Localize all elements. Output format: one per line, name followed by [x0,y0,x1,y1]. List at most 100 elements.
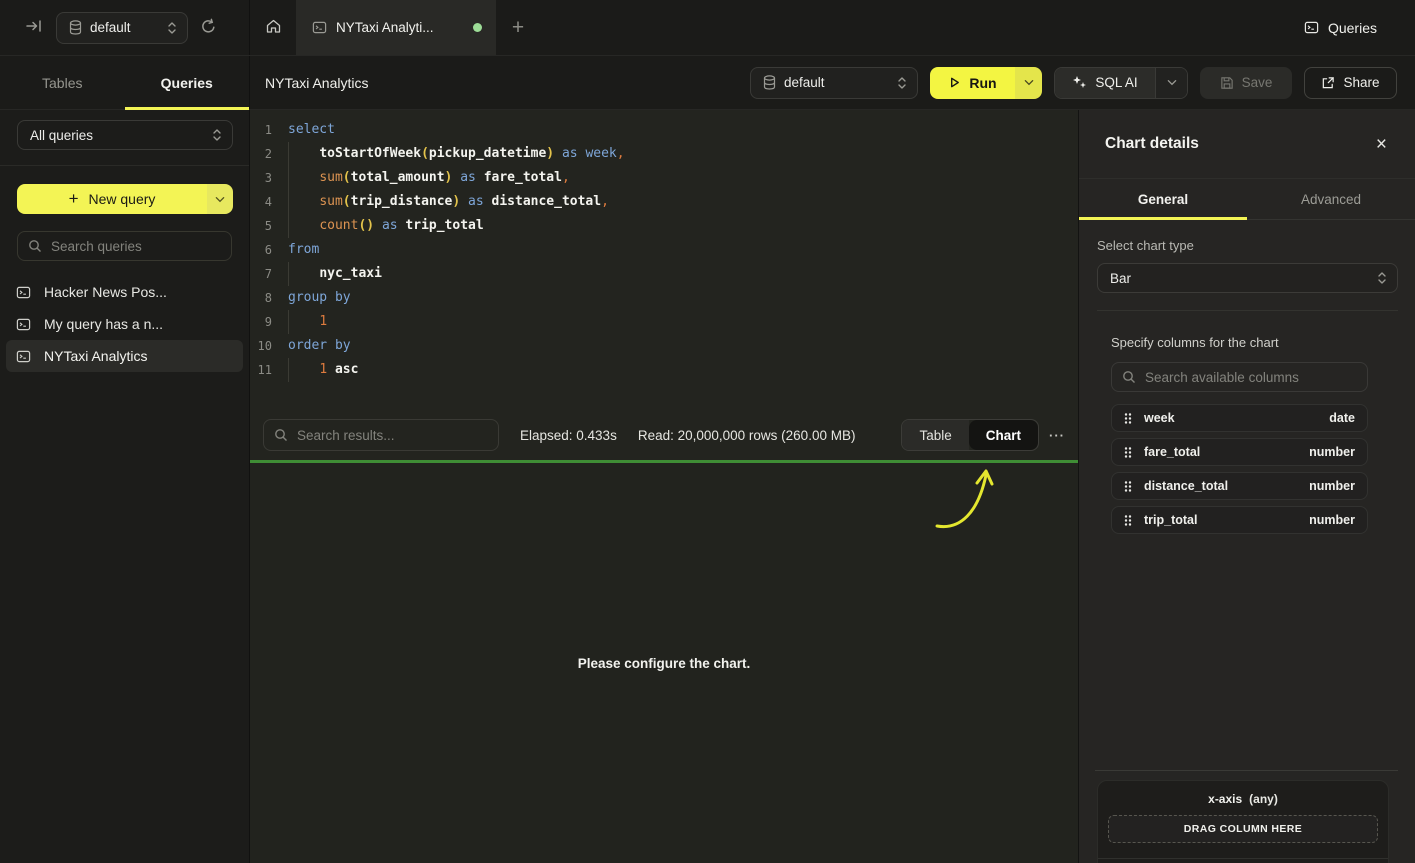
sql-ai-button-group: SQL AI [1054,67,1188,99]
chart-type-select[interactable]: Bar [1097,263,1398,293]
sql-ai-options-chevron[interactable] [1155,68,1187,98]
tab-queries-label: Queries [161,75,213,91]
topbar-right: Queries [1304,0,1415,55]
queries-button[interactable]: Queries [1304,20,1377,36]
sidebar-query-hacker-news-pos[interactable]: Hacker News Pos... [6,276,243,308]
updown-chevron-icon [167,21,177,35]
save-label: Save [1242,75,1273,90]
indent-guide [288,166,289,190]
chart-view-button[interactable]: Chart [969,420,1038,450]
tab-nytaxi-analytics[interactable]: NYTaxi Analyti... [296,0,496,55]
home-tab[interactable] [250,0,296,55]
chart-empty-state: Please configure the chart. [250,463,1078,863]
column-list: weekdate fare_totalnumber distance_totalnu… [1111,404,1368,534]
query-label: NYTaxi Analytics [44,348,147,364]
sql-editor[interactable]: 1select2 toStartOfWeek(pickup_datetime) … [250,110,1078,410]
tab-title: NYTaxi Analyti... [336,20,464,35]
view-toggle: Table Chart [901,419,1039,451]
drag-handle-icon [1124,514,1132,527]
results-search-input[interactable] [297,428,488,443]
query-label: My query has a n... [44,316,163,332]
queries-terminal-icon [1304,20,1319,35]
close-panel-button[interactable]: × [1376,135,1387,154]
plus-icon: + [69,189,79,209]
more-options-button[interactable]: ··· [1049,428,1065,443]
code-text: select [288,118,335,142]
collapse-sidebar-button[interactable] [22,15,48,40]
run-button[interactable]: Run [930,67,1015,99]
new-query-button[interactable]: + New query [17,184,207,214]
code-line: 5 count() as trip_total [250,214,1078,238]
code-lines: 1select2 toStartOfWeek(pickup_datetime) … [250,118,1078,382]
indent-guide [288,310,289,334]
save-button[interactable]: Save [1200,67,1292,99]
database-selector-value: default [90,20,159,35]
new-query-label: New query [89,191,156,207]
database-icon [763,75,776,90]
tab-strip: NYTaxi Analyti... + [250,0,1304,55]
code-text: count() as trip_total [288,214,484,238]
line-number: 5 [250,214,272,238]
x-axis-hint: (any) [1249,792,1278,806]
run-database-selector[interactable]: default [750,67,918,99]
query-search-input[interactable] [51,239,228,254]
divider [1097,310,1398,311]
code-text: group by [288,286,351,310]
x-axis-drop-zone[interactable]: DRAG COLUMN HERE [1108,815,1378,843]
tab-general[interactable]: General [1079,179,1247,219]
axis-configuration: x-axis (any) DRAG COLUMN HERE y-axis (nu… [1097,780,1389,863]
code-text: sum(total_amount) as fare_total, [288,166,570,190]
line-number: 6 [250,238,272,262]
chevron-down-icon [1167,79,1177,86]
indent-guide [288,262,289,286]
editor-toolbar: default Run SQL AI [750,67,1397,99]
run-database-value: default [784,75,889,90]
database-icon [69,20,82,35]
query-terminal-icon [312,20,327,35]
queries-button-label: Queries [1328,20,1377,36]
columns-search-input[interactable] [1145,370,1357,385]
new-query-button-group: + New query [17,184,233,214]
column-item-distance-total[interactable]: distance_totalnumber [1111,472,1368,500]
sidebar-query-my-query-has-a-n[interactable]: My query has a n... [6,308,243,340]
query-label: Hacker News Pos... [44,284,167,300]
sql-ai-button[interactable]: SQL AI [1055,68,1155,98]
share-button[interactable]: Share [1304,67,1397,99]
column-item-trip-total[interactable]: trip_totalnumber [1111,506,1368,534]
drag-handle-icon [1124,480,1132,493]
column-item-fare-total[interactable]: fare_totalnumber [1111,438,1368,466]
line-number: 2 [250,142,272,166]
share-label: Share [1343,75,1379,90]
tab-queries[interactable]: Queries [125,56,250,109]
tab-advanced[interactable]: Advanced [1247,179,1415,219]
run-options-chevron[interactable] [1015,67,1042,99]
column-name: week [1144,411,1317,425]
run-button-group: Run [930,67,1042,99]
new-tab-button[interactable]: + [496,0,540,55]
code-line: 4 sum(trip_distance) as distance_total, [250,190,1078,214]
columns-section: Specify columns for the chart weekdatefa… [1097,335,1368,534]
refresh-button[interactable] [196,14,221,42]
tab-advanced-label: Advanced [1301,192,1361,207]
table-view-button[interactable]: Table [902,420,968,450]
tab-tables-label: Tables [42,75,82,91]
query-filter-select[interactable]: All queries [17,120,233,150]
line-number: 9 [250,310,272,334]
search-icon [1122,370,1136,384]
column-name: fare_total [1144,445,1297,459]
close-icon: × [1376,134,1387,155]
ellipsis-icon: ··· [1049,428,1065,443]
line-number: 1 [250,118,272,142]
updown-chevron-icon [212,128,222,142]
database-selector[interactable]: default [56,12,188,44]
sidebar-tabs: Tables Queries [0,56,250,109]
x-axis-section: x-axis (any) DRAG COLUMN HERE [1098,781,1388,859]
results-bar: Elapsed: 0.433s Read: 20,000,000 rows (2… [250,410,1078,460]
save-icon [1220,76,1234,90]
sidebar-query-nytaxi-analytics[interactable]: NYTaxi Analytics [6,340,243,372]
column-item-week[interactable]: weekdate [1111,404,1368,432]
panel-header: Chart details × [1079,110,1415,179]
tab-tables[interactable]: Tables [0,56,125,109]
app-root: default NYTaxi Analyti... + Queries [0,0,1415,863]
new-query-options-chevron[interactable] [207,184,233,214]
